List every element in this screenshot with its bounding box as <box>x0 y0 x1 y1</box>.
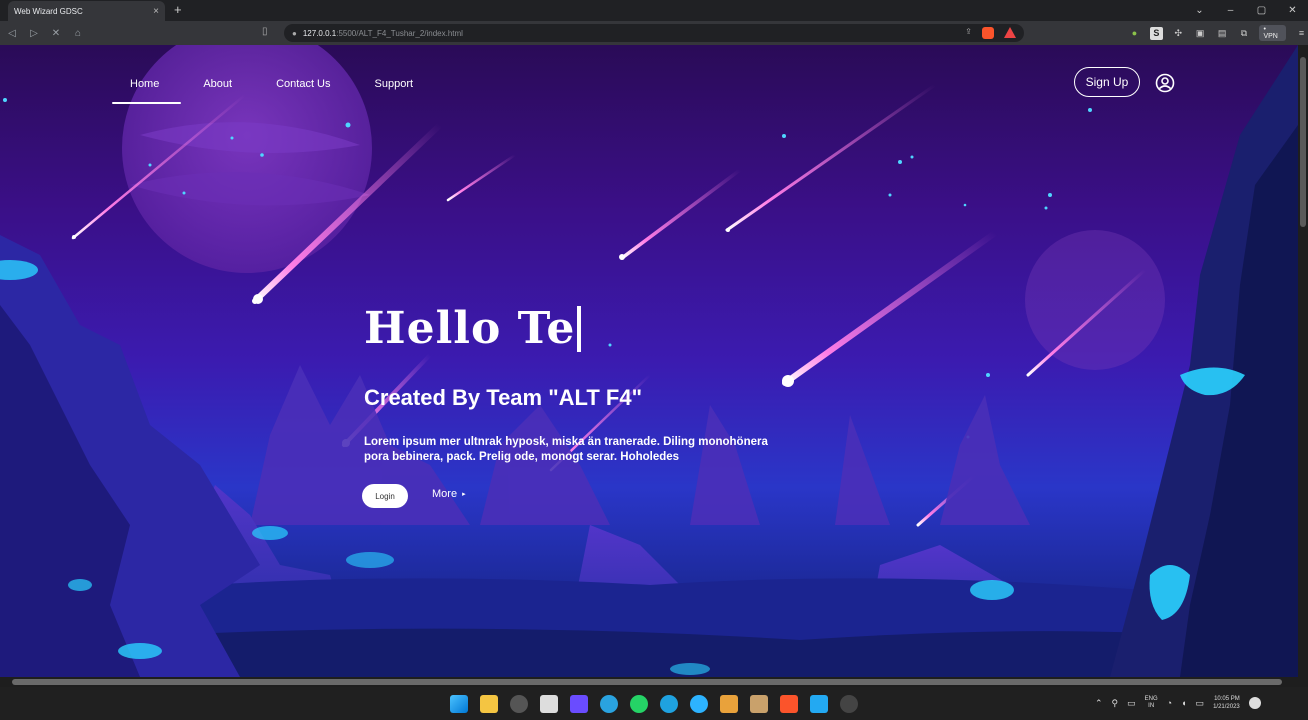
wifi-icon[interactable]: ◔ <box>1167 698 1172 708</box>
app-red-icon[interactable] <box>840 695 858 713</box>
package-icon[interactable] <box>750 695 768 713</box>
browser-tab[interactable]: Web Wizard GDSC × <box>8 1 165 21</box>
arrow-right-icon: ▸ <box>462 491 466 498</box>
more-link[interactable]: More ▸ <box>432 488 466 500</box>
edge-icon[interactable] <box>660 695 678 713</box>
brave-rewards-icon[interactable] <box>1004 27 1016 38</box>
chrome-icon[interactable] <box>690 695 708 713</box>
settings-icon[interactable] <box>510 695 528 713</box>
hero-description: Lorem ipsum mer ultnrak hyposk, miska än… <box>364 436 768 463</box>
puzzle-icon[interactable]: ✣ <box>1172 27 1185 40</box>
file-explorer-icon[interactable] <box>480 695 498 713</box>
battery-icon[interactable]: ▭ <box>1196 698 1205 709</box>
extension-green-icon[interactable]: ● <box>1128 27 1141 40</box>
hero-background <box>0 45 1298 677</box>
tray-app-icon[interactable]: ▭ <box>1127 698 1136 709</box>
tab-close-icon[interactable]: × <box>153 6 159 17</box>
sidebar-icon[interactable]: ▣ <box>1194 27 1207 40</box>
taskbar-apps <box>450 695 858 713</box>
site-nav: Home About Contact Us Support <box>111 75 457 104</box>
close-window-button[interactable]: ✕ <box>1277 0 1308 21</box>
hero-subtitle: Created By Team "ALT F4" <box>364 385 642 410</box>
scrollbar-thumb-h[interactable] <box>12 679 1282 685</box>
typing-cursor <box>577 305 582 352</box>
downloads-icon[interactable]: ⧉ <box>1238 27 1251 40</box>
app-orange-icon[interactable] <box>720 695 738 713</box>
vpn-button[interactable]: • VPN <box>1259 25 1287 41</box>
planet-right <box>1025 230 1165 370</box>
page-viewport: Home About Contact Us Support Sign Up He… <box>0 45 1298 677</box>
site-info-icon[interactable]: ● <box>292 29 297 38</box>
lang-code: ENG <box>1144 696 1158 702</box>
telegram-icon[interactable] <box>600 695 618 713</box>
horizontal-scrollbar[interactable] <box>0 677 1308 687</box>
browser-tabbar: Web Wizard GDSC × + ⌄ – ▢ ✕ <box>0 0 1308 21</box>
hero-title-text: Hello Te <box>364 303 576 354</box>
login-button[interactable]: Login <box>362 484 408 508</box>
maximize-button[interactable]: ▢ <box>1246 0 1277 21</box>
volume-icon[interactable]: ◖ <box>1181 698 1186 708</box>
start-icon[interactable] <box>450 695 468 713</box>
home-button[interactable]: ⌂ <box>68 23 88 43</box>
windows-taskbar: ⌃ ⚲ ▭ ENG IN ◔ ◖ ▭ 10:05 PM 1/21/2023 <box>0 687 1308 720</box>
system-tray: ⌃ ⚲ ▭ ENG IN ◔ ◖ ▭ 10:05 PM 1/21/2023 <box>1095 695 1261 711</box>
usb-icon[interactable]: ⚲ <box>1112 698 1119 709</box>
wallet-icon[interactable]: ▤ <box>1216 27 1229 40</box>
hero-title: Hello Te <box>364 303 582 354</box>
share-icon[interactable]: ⇪ <box>965 27 972 39</box>
brave-taskbar-icon[interactable] <box>780 695 798 713</box>
url-host: 127.0.0.1 <box>302 28 337 38</box>
clock-date: 1/21/2023 <box>1213 704 1240 710</box>
menu-icon[interactable]: ≡ <box>1295 27 1308 40</box>
lang-region: IN <box>1148 703 1155 709</box>
nav-home[interactable]: Home <box>111 75 182 104</box>
notification-icon[interactable] <box>1248 697 1261 709</box>
address-bar[interactable]: ● 127.0.0.1 :5500/ALT_F4_Tushar_2/index.… <box>284 24 1024 42</box>
stop-button[interactable]: ✕ <box>46 23 66 43</box>
clock[interactable]: 10:05 PM 1/21/2023 <box>1213 695 1240 711</box>
extension-s-icon[interactable]: S <box>1149 26 1163 40</box>
bookmark-icon[interactable]: ▯ <box>262 26 274 40</box>
browser-toolbar: ◁ ▷ ✕ ⌂ ▯ ● 127.0.0.1 :5500/ALT_F4_Tusha… <box>0 21 1308 45</box>
url-path: :5500/ALT_F4_Tushar_2/index.html <box>336 28 463 38</box>
vertical-scrollbar[interactable] <box>1298 45 1308 677</box>
store-icon[interactable] <box>540 695 558 713</box>
brave-shield-icon[interactable] <box>982 27 994 39</box>
app-purple-icon[interactable] <box>570 695 588 713</box>
window-controls: ⌄ – ▢ ✕ <box>1184 0 1308 21</box>
tab-title: Web Wizard GDSC <box>14 6 83 16</box>
nav-contact[interactable]: Contact Us <box>276 75 330 104</box>
tab-search-icon[interactable]: ⌄ <box>1184 0 1215 21</box>
clock-time: 10:05 PM <box>1214 696 1240 702</box>
whatsapp-icon[interactable] <box>630 695 648 713</box>
tray-chevron-icon[interactable]: ⌃ <box>1095 698 1103 709</box>
user-icon[interactable] <box>1155 73 1175 93</box>
extensions-area: ● S ✣ ▣ ▤ ⧉ • VPN ≡ <box>1128 25 1308 41</box>
minimize-button[interactable]: – <box>1215 0 1246 21</box>
signup-button[interactable]: Sign Up <box>1074 67 1140 97</box>
new-tab-button[interactable]: + <box>174 2 182 17</box>
language-indicator[interactable]: ENG IN <box>1145 696 1158 710</box>
nav-support[interactable]: Support <box>375 75 414 104</box>
nav-about[interactable]: About <box>203 75 232 104</box>
more-label: More <box>432 488 458 500</box>
scrollbar-thumb[interactable] <box>1300 57 1306 227</box>
back-button[interactable]: ◁ <box>2 23 22 43</box>
forward-button[interactable]: ▷ <box>24 23 44 43</box>
vscode-icon[interactable] <box>810 695 828 713</box>
